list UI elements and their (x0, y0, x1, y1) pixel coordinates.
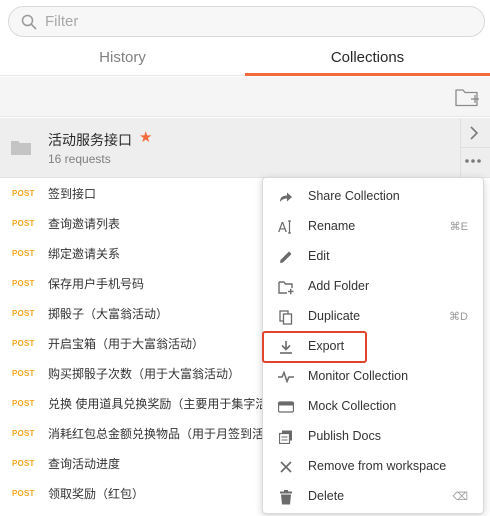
sidebar-tabs: History Collections (0, 40, 490, 76)
menu-item-edit[interactable]: Edit (263, 242, 483, 272)
request-method: POST (12, 308, 35, 318)
add-folder-icon (278, 279, 294, 295)
menu-item-label: Export (308, 339, 345, 353)
close-icon (278, 459, 294, 475)
menu-item-label: Rename (308, 219, 356, 233)
collection-context-menu: Share Collection A Rename ⌘E Edit Add Fo… (262, 177, 484, 514)
request-name: 消耗红包总金额兑换物品（用于月签到活 (48, 426, 265, 441)
request-method: POST (12, 248, 35, 258)
request-method: POST (12, 338, 35, 348)
request-name: 掷骰子（大富翁活动） (48, 306, 169, 321)
download-icon (278, 339, 294, 355)
menu-item-label: Delete (308, 489, 345, 503)
menu-item-label: Remove from workspace (308, 459, 447, 473)
docs-icon (278, 429, 294, 445)
menu-item-shortcut: ⌫ (452, 491, 468, 503)
menu-item-publish-docs[interactable]: Publish Docs (263, 422, 483, 452)
request-method: POST (12, 368, 35, 378)
request-method: POST (12, 398, 35, 408)
request-method: POST (12, 488, 35, 498)
request-name: 领取奖励（红包） (48, 486, 145, 501)
duplicate-icon (278, 309, 294, 325)
collection-name: 活动服务接口 (48, 132, 132, 148)
star-icon[interactable]: ★ (139, 128, 152, 146)
request-method: POST (12, 428, 35, 438)
menu-item-shortcut: ⌘E (449, 221, 468, 233)
menu-item-duplicate[interactable]: Duplicate ⌘D (263, 302, 483, 332)
server-icon (278, 399, 294, 415)
pulse-icon (278, 369, 294, 385)
folder-icon (11, 141, 31, 155)
request-method: POST (12, 278, 35, 288)
collection-request-count: 16 requests (48, 152, 111, 166)
request-name: 查询邀请列表 (48, 216, 121, 231)
filter-input[interactable] (45, 13, 445, 30)
request-name: 购买掷骰子次数（用于大富翁活动） (48, 366, 241, 381)
tab-history[interactable]: History (0, 40, 245, 75)
menu-item-label: Publish Docs (308, 429, 381, 443)
menu-item-remove-from-workspace[interactable]: Remove from workspace (263, 452, 483, 482)
request-method: POST (12, 458, 35, 468)
collection-item[interactable]: 活动服务接口 ★ 16 requests (0, 118, 490, 178)
menu-item-monitor-collection[interactable]: Monitor Collection (263, 362, 483, 392)
more-options-icon[interactable] (464, 152, 482, 170)
search-icon (21, 14, 37, 29)
pencil-icon (278, 249, 294, 265)
menu-item-shortcut: ⌘D (449, 311, 468, 323)
menu-item-mock-collection[interactable]: Mock Collection (263, 392, 483, 422)
share-icon (278, 189, 294, 205)
new-collection-icon[interactable] (454, 86, 480, 108)
collections-toolbar (0, 77, 490, 117)
menu-item-label: Edit (308, 249, 330, 263)
tab-collections[interactable]: Collections (245, 40, 490, 76)
menu-item-label: Add Folder (308, 279, 370, 293)
menu-item-label: Mock Collection (308, 399, 397, 413)
request-name: 绑定邀请关系 (48, 246, 121, 261)
request-name: 查询活动进度 (48, 456, 121, 471)
menu-item-label: Duplicate (308, 309, 361, 323)
request-name: 兑换 使用道具兑换奖励（主要用于集字活 (48, 396, 268, 411)
request-name: 保存用户手机号码 (48, 276, 145, 291)
menu-item-export[interactable]: Export (263, 332, 483, 362)
menu-item-delete[interactable]: Delete ⌫ (263, 482, 483, 512)
menu-item-add-folder[interactable]: Add Folder (263, 272, 483, 302)
rename-icon: A (278, 219, 294, 235)
menu-item-label: Share Collection (308, 189, 400, 203)
filter-bar[interactable] (8, 6, 485, 37)
request-name: 签到接口 (48, 186, 97, 201)
chevron-right-icon[interactable] (467, 124, 481, 142)
menu-item-share-collection[interactable]: Share Collection (263, 182, 483, 212)
svg-text:A: A (278, 221, 287, 235)
menu-item-rename[interactable]: A Rename ⌘E (263, 212, 483, 242)
trash-icon (278, 489, 294, 505)
menu-item-label: Monitor Collection (308, 369, 409, 383)
collection-actions-divider (460, 147, 490, 148)
request-method: POST (12, 218, 35, 228)
request-name: 开启宝箱（用于大富翁活动） (48, 336, 205, 351)
request-method: POST (12, 188, 35, 198)
